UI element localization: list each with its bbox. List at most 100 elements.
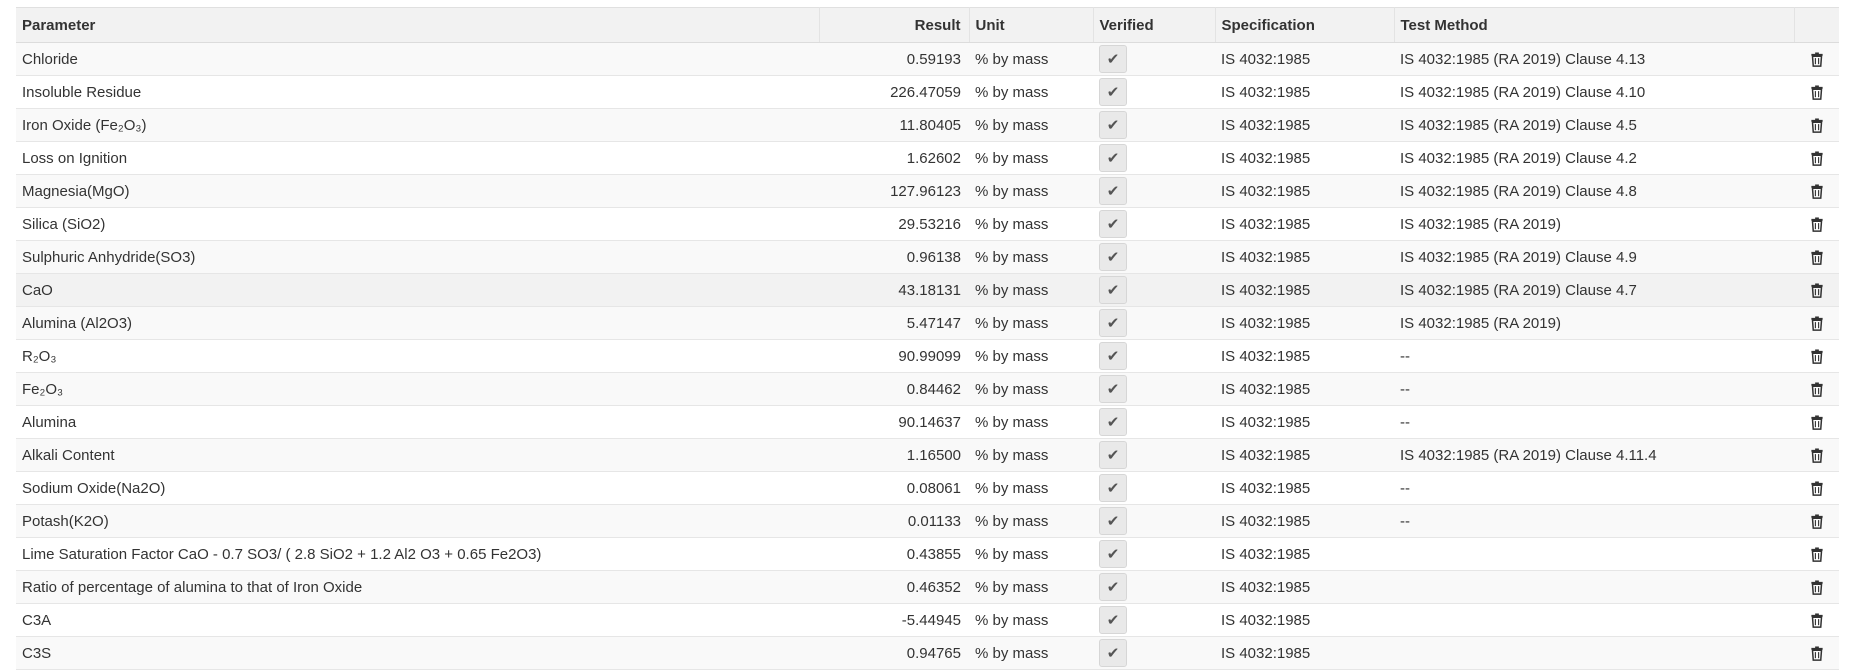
results-table: Parameter Result Unit Verified Specifica… [16, 7, 1839, 670]
table-row: Silica (SiO2) 29.53216 % by mass ✔ IS 40… [16, 207, 1839, 241]
test-method-cell: IS 4032:1985 (RA 2019) Clause 4.5 [1394, 108, 1794, 142]
delete-cell [1794, 174, 1839, 208]
delete-button[interactable] [1810, 579, 1824, 596]
table-row: Insoluble Residue 226.47059 % by mass ✔ … [16, 75, 1839, 109]
delete-button[interactable] [1810, 414, 1824, 431]
check-icon[interactable]: ✔ [1099, 342, 1127, 370]
column-header-result[interactable]: Result [819, 7, 970, 43]
specification-cell: IS 4032:1985 [1215, 438, 1394, 472]
delete-button[interactable] [1810, 150, 1824, 167]
delete-button[interactable] [1810, 612, 1824, 629]
specification-cell: IS 4032:1985 [1215, 108, 1394, 142]
delete-button[interactable] [1810, 183, 1824, 200]
test-method-cell: IS 4032:1985 (RA 2019) Clause 4.2 [1394, 141, 1794, 175]
delete-cell [1794, 240, 1839, 274]
check-icon[interactable]: ✔ [1099, 474, 1127, 502]
unit-cell: % by mass [969, 636, 1093, 670]
delete-button[interactable] [1810, 546, 1824, 563]
check-icon[interactable]: ✔ [1099, 45, 1127, 73]
check-icon[interactable]: ✔ [1099, 144, 1127, 172]
table-row: Potash(K2O) 0.01133 % by mass ✔ IS 4032:… [16, 504, 1839, 538]
delete-cell [1794, 471, 1839, 505]
delete-button[interactable] [1810, 51, 1824, 68]
parameter-cell: Alumina [16, 405, 819, 439]
trash-icon [1810, 250, 1823, 265]
delete-button[interactable] [1810, 447, 1824, 464]
check-icon[interactable]: ✔ [1099, 243, 1127, 271]
specification-cell: IS 4032:1985 [1215, 603, 1394, 637]
verified-cell: ✔ [1093, 174, 1215, 208]
delete-cell [1794, 273, 1839, 307]
check-icon[interactable]: ✔ [1099, 210, 1127, 238]
result-cell: 29.53216 [819, 207, 969, 241]
delete-button[interactable] [1810, 315, 1824, 332]
trash-icon [1810, 217, 1823, 232]
verified-cell: ✔ [1093, 504, 1215, 538]
column-header-specification[interactable]: Specification [1215, 7, 1395, 43]
trash-icon [1810, 85, 1823, 100]
check-icon[interactable]: ✔ [1099, 408, 1127, 436]
table-row: Chloride 0.59193 % by mass ✔ IS 4032:198… [16, 42, 1839, 76]
verified-cell: ✔ [1093, 306, 1215, 340]
parameter-cell: Potash(K2O) [16, 504, 819, 538]
column-header-test-method[interactable]: Test Method [1394, 7, 1795, 43]
delete-cell [1794, 504, 1839, 538]
column-header-parameter[interactable]: Parameter [16, 7, 820, 43]
unit-cell: % by mass [969, 75, 1093, 109]
table-header-row: Parameter Result Unit Verified Specifica… [16, 7, 1839, 43]
check-icon[interactable]: ✔ [1099, 540, 1127, 568]
delete-button[interactable] [1810, 282, 1824, 299]
table-row: Alumina (Al2O3) 5.47147 % by mass ✔ IS 4… [16, 306, 1839, 340]
trash-icon [1810, 481, 1823, 496]
delete-button[interactable] [1810, 480, 1824, 497]
parameter-cell: C3A [16, 603, 819, 637]
check-icon[interactable]: ✔ [1099, 606, 1127, 634]
delete-button[interactable] [1810, 645, 1824, 662]
result-cell: 226.47059 [819, 75, 969, 109]
check-icon[interactable]: ✔ [1099, 573, 1127, 601]
parameter-cell: Fe₂O₃ [16, 372, 819, 406]
verified-cell: ✔ [1093, 636, 1215, 670]
unit-cell: % by mass [969, 537, 1093, 571]
delete-button[interactable] [1810, 84, 1824, 101]
check-icon[interactable]: ✔ [1099, 276, 1127, 304]
unit-cell: % by mass [969, 42, 1093, 76]
delete-cell [1794, 438, 1839, 472]
specification-cell: IS 4032:1985 [1215, 537, 1394, 571]
parameter-cell: Alkali Content [16, 438, 819, 472]
delete-button[interactable] [1810, 249, 1824, 266]
parameter-cell: Sodium Oxide(Na2O) [16, 471, 819, 505]
column-header-verified[interactable]: Verified [1093, 7, 1216, 43]
test-method-cell [1394, 537, 1794, 571]
check-icon[interactable]: ✔ [1099, 375, 1127, 403]
specification-cell: IS 4032:1985 [1215, 174, 1394, 208]
delete-cell [1794, 207, 1839, 241]
check-icon[interactable]: ✔ [1099, 639, 1127, 667]
result-cell: 0.94765 [819, 636, 969, 670]
check-icon[interactable]: ✔ [1099, 78, 1127, 106]
specification-cell: IS 4032:1985 [1215, 75, 1394, 109]
result-cell: 11.80405 [819, 108, 969, 142]
trash-icon [1810, 448, 1823, 463]
check-icon[interactable]: ✔ [1099, 441, 1127, 469]
verified-cell: ✔ [1093, 273, 1215, 307]
check-icon[interactable]: ✔ [1099, 309, 1127, 337]
delete-button[interactable] [1810, 348, 1824, 365]
delete-cell [1794, 372, 1839, 406]
table-row: CaO 43.18131 % by mass ✔ IS 4032:1985 IS… [16, 273, 1839, 307]
unit-cell: % by mass [969, 174, 1093, 208]
delete-button[interactable] [1810, 117, 1824, 134]
delete-button[interactable] [1810, 381, 1824, 398]
column-header-unit[interactable]: Unit [969, 7, 1094, 43]
unit-cell: % by mass [969, 372, 1093, 406]
delete-button[interactable] [1810, 513, 1824, 530]
check-icon[interactable]: ✔ [1099, 507, 1127, 535]
delete-button[interactable] [1810, 216, 1824, 233]
parameter-cell: R₂O₃ [16, 339, 819, 373]
unit-cell: % by mass [969, 141, 1093, 175]
result-cell: 43.18131 [819, 273, 969, 307]
result-cell: 0.84462 [819, 372, 969, 406]
check-icon[interactable]: ✔ [1099, 111, 1127, 139]
check-icon[interactable]: ✔ [1099, 177, 1127, 205]
table-row: Alumina 90.14637 % by mass ✔ IS 4032:198… [16, 405, 1839, 439]
